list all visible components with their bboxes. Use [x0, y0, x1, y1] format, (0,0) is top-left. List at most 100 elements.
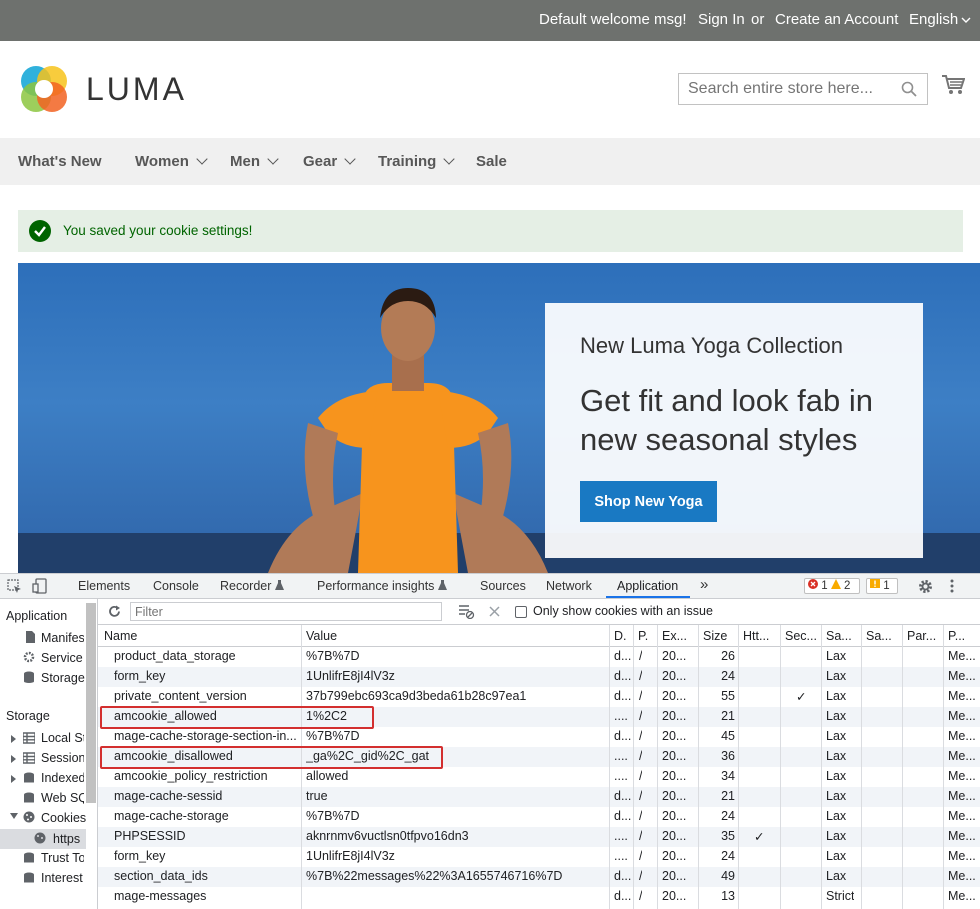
tab-application[interactable]: Application — [617, 579, 678, 593]
collapse-arrow-icon[interactable] — [10, 813, 18, 819]
table-row[interactable]: amcookie_policy_restriction allowed..../2… — [98, 767, 980, 787]
search-input[interactable] — [688, 79, 893, 99]
database-icon — [24, 772, 34, 783]
column-header-priority[interactable]: P... — [948, 629, 965, 643]
nav-label: Gear — [303, 153, 338, 170]
cookie-samesite: Lax — [826, 869, 847, 883]
table-row[interactable]: form_key 1UnlifrE8jI4lV3z d.../20... 24 Lax M… — [98, 667, 980, 687]
hero-banner[interactable]: New Luma Yoga Collection Get fit and loo… — [18, 263, 980, 573]
sidebar-item-storage[interactable]: Storage — [41, 671, 86, 685]
column-header-samesite[interactable]: Sa... — [826, 629, 852, 643]
tab-sources[interactable]: Sources — [480, 579, 526, 593]
cookie-size: 35 — [721, 829, 735, 843]
sidebar-item-local-storage[interactable]: Local Storage — [41, 731, 84, 745]
search-icon[interactable] — [901, 81, 917, 97]
cart-icon[interactable] — [941, 74, 965, 96]
settings-gear-icon[interactable] — [918, 579, 933, 594]
table-row[interactable]: product_data_storage %7B%7D d.../20... 26 La… — [98, 647, 980, 667]
table-row[interactable]: PHPSESSID aknrnmv6vuctlsn0tfpvo16dn3.... /… — [98, 827, 980, 847]
table-row[interactable]: private_content_version 37b799ebc693ca9d3… — [98, 687, 980, 707]
column-header-expires[interactable]: Ex... — [662, 629, 687, 643]
search-box[interactable] — [678, 73, 928, 105]
clear-filtered-icon[interactable] — [459, 605, 475, 619]
nav-item-men[interactable]: Men — [230, 153, 279, 170]
column-header-name[interactable]: Name — [104, 629, 137, 643]
cookie-samesite: Lax — [826, 789, 847, 803]
expand-arrow-icon[interactable] — [11, 775, 16, 783]
expand-arrow-icon[interactable] — [11, 755, 16, 763]
column-header-partition-key[interactable]: Par... — [907, 629, 936, 643]
cookie-size: 55 — [721, 689, 735, 703]
table-row[interactable]: mage-cache-storage-section-in... %7B%7D d.… — [98, 727, 980, 747]
device-toolbar-icon[interactable] — [32, 578, 48, 594]
cookie-priority: Me... — [948, 769, 976, 783]
table-row[interactable]: form_key 1UnlifrE8jI4lV3z..../20... 24 Lax M… — [98, 847, 980, 867]
column-header-domain[interactable]: D. — [614, 629, 627, 643]
table-header: Name Value D. P. Ex... Size Htt... Sec..… — [98, 625, 980, 647]
cookie-size: 24 — [721, 809, 735, 823]
create-account-link[interactable]: Create an Account — [775, 11, 898, 28]
table-row[interactable]: mage-messages d.../20... 13 Strict Me... — [98, 887, 980, 907]
table-row[interactable]: mage-cache-sessid true d.../20... 21 Lax Me..… — [98, 787, 980, 807]
more-options-icon[interactable] — [950, 579, 954, 593]
sidebar-item-trust-tokens[interactable]: Trust Tokens — [41, 851, 84, 865]
only-issues-checkbox[interactable] — [515, 606, 527, 618]
expand-arrow-icon[interactable] — [11, 735, 16, 743]
cookie-priority: Me... — [948, 789, 976, 803]
sidebar-item-web-sql[interactable]: Web SQL — [41, 791, 84, 805]
cookie-size: 24 — [721, 849, 735, 863]
shop-new-yoga-button[interactable]: Shop New Yoga — [580, 481, 717, 522]
column-header-sameparty[interactable]: Sa... — [866, 629, 892, 643]
refresh-icon[interactable] — [108, 605, 121, 618]
issues-badge[interactable]: 1 — [866, 578, 898, 594]
tab-elements[interactable]: Elements — [78, 579, 130, 593]
sidebar-item-cookies[interactable]: Cookies — [41, 811, 86, 825]
logo-text[interactable]: LUMA — [86, 71, 187, 108]
nav-label: Women — [135, 153, 189, 170]
tab-console[interactable]: Console — [153, 579, 199, 593]
cookie-httponly: ✓ — [754, 830, 765, 844]
delete-selected-icon[interactable] — [489, 606, 500, 617]
site-header: LUMA — [0, 41, 980, 138]
console-counts-badge[interactable]: 1 2 — [804, 578, 860, 594]
promo-title: New Luma Yoga Collection — [580, 333, 843, 358]
tab-recorder[interactable]: Recorder — [220, 579, 284, 593]
table-row[interactable]: mage-cache-storage %7B%7D d.../20... 24 Lax M… — [98, 807, 980, 827]
column-header-value[interactable]: Value — [306, 629, 337, 643]
nav-label: Men — [230, 153, 260, 170]
inspect-element-icon[interactable] — [7, 579, 22, 594]
tab-label: Performance insights — [317, 579, 435, 593]
cookie-samesite: Lax — [826, 689, 847, 703]
column-header-httponly[interactable]: Htt... — [743, 629, 769, 643]
welcome-message: Default welcome msg! — [539, 11, 687, 28]
sidebar-item-cookie-origin[interactable]: https — [53, 832, 85, 846]
sidebar-item-manifest[interactable]: Manifest — [41, 631, 84, 645]
error-icon — [808, 579, 818, 589]
filter-input[interactable] — [130, 602, 442, 621]
language-switcher[interactable]: English — [909, 11, 971, 28]
cookie-samesite: Lax — [826, 749, 847, 763]
devtools-toolbar: Elements Console Recorder Performance in… — [0, 573, 980, 599]
sidebar-item-indexeddb[interactable]: IndexedDB — [41, 771, 84, 785]
tab-performance-insights[interactable]: Performance insights — [317, 579, 447, 593]
sidebar-item-service-workers[interactable]: Service — [41, 651, 86, 665]
yoga-woman-image — [268, 288, 548, 573]
nav-item-training[interactable]: Training — [378, 153, 456, 170]
sidebar-scrollbar[interactable] — [86, 603, 96, 803]
sidebar-item-interest-groups[interactable]: Interest Groups — [41, 871, 84, 885]
luma-logo-icon[interactable] — [18, 63, 70, 115]
column-header-size[interactable]: Size — [703, 629, 727, 643]
nav-item-sale[interactable]: Sale — [476, 153, 507, 170]
error-count: 1 — [821, 580, 828, 592]
table-row[interactable]: section_data_ids %7B%22messages%22%3A1655… — [98, 867, 980, 887]
sidebar-item-session-storage[interactable]: Session Storage — [41, 751, 84, 765]
sign-in-link[interactable]: Sign In — [698, 11, 745, 28]
nav-item-women[interactable]: Women — [135, 153, 208, 170]
cookie-priority: Me... — [948, 709, 976, 723]
column-header-path[interactable]: P. — [638, 629, 648, 643]
tab-network[interactable]: Network — [546, 579, 592, 593]
column-header-secure[interactable]: Sec... — [785, 629, 817, 643]
nav-item-whats-new[interactable]: What's New — [18, 153, 102, 170]
more-tabs-button[interactable]: » — [700, 576, 708, 593]
nav-item-gear[interactable]: Gear — [303, 153, 356, 170]
